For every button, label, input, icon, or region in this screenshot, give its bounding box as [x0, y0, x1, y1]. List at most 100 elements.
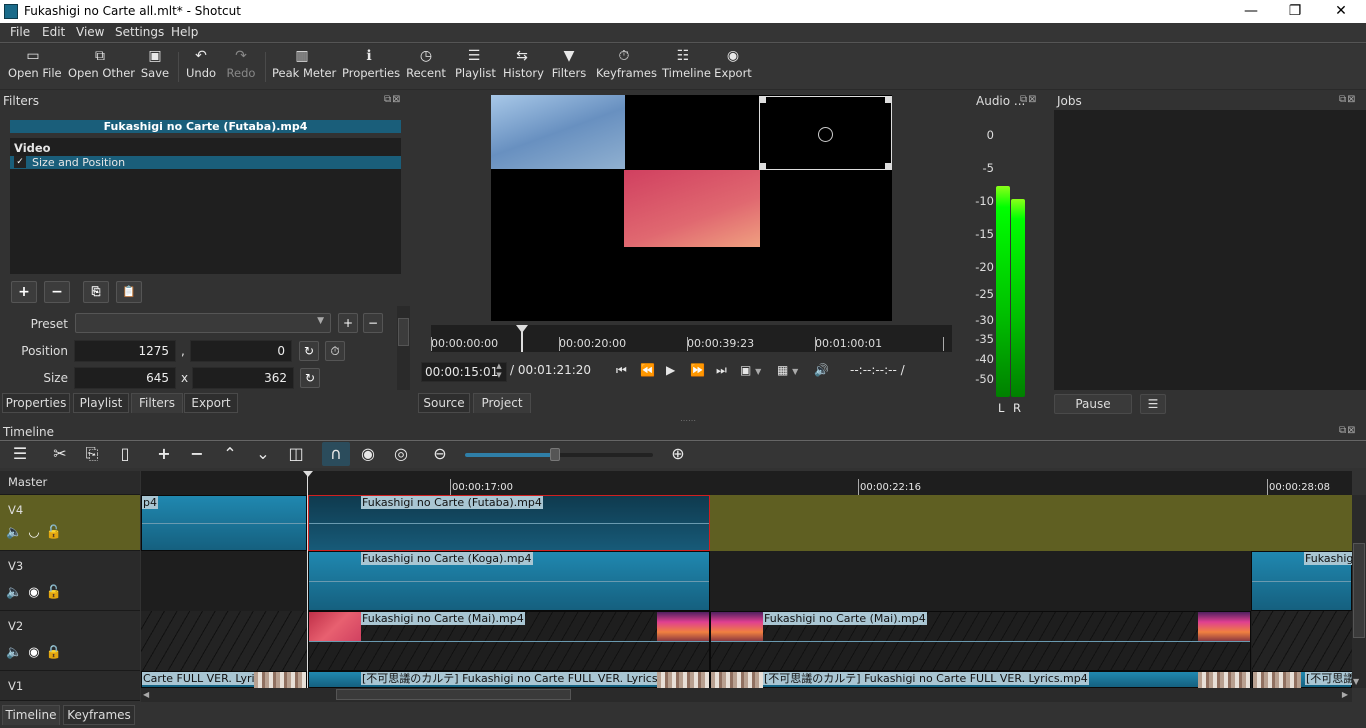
jobs-dock-buttons[interactable]: ⧉⊠	[1339, 94, 1357, 105]
tab-keyframes[interactable]: Keyframes	[63, 705, 135, 725]
timeline-ruler[interactable]: 00:00:17:00 00:00:22:16 00:00:28:08	[141, 471, 1352, 495]
mute-icon[interactable]: 🔈	[6, 645, 28, 660]
fast-forward-button[interactable]: ⏩	[690, 363, 705, 377]
menu-settings[interactable]: Settings	[115, 25, 164, 39]
add-filter-button[interactable]: +	[11, 281, 37, 303]
menu-help[interactable]: Help	[171, 25, 198, 39]
save-button[interactable]: ▣ Save	[140, 46, 170, 88]
paste-filters-button[interactable]: 📋	[116, 281, 142, 303]
playlist-button[interactable]: ☰ Playlist	[455, 46, 496, 88]
copy-filters-button[interactable]: ⎘	[83, 281, 109, 303]
zoom-slider-handle[interactable]	[550, 448, 561, 461]
scrollbar-thumb[interactable]	[336, 689, 571, 700]
timeline-dock-buttons[interactable]: ⧉⊠	[1339, 425, 1357, 436]
tab-source[interactable]: Source	[418, 393, 470, 413]
scrollbar-thumb[interactable]	[398, 318, 409, 346]
play-button[interactable]: ▶	[666, 363, 675, 377]
recent-button[interactable]: ◷ Recent	[406, 46, 446, 88]
filter-item-size-and-position[interactable]: ✓ Size and Position	[10, 156, 401, 169]
export-button[interactable]: ◉ Export	[714, 46, 752, 88]
timeline-clip[interactable]: Fukashigi no Carte (Koga).mp4	[308, 551, 710, 611]
timeline-tracks-area[interactable]: 00:00:17:00 00:00:22:16 00:00:28:08 p4 F…	[141, 471, 1352, 688]
tab-playlist[interactable]: Playlist	[73, 393, 129, 413]
jobs-menu-button[interactable]: ☰	[1140, 394, 1166, 414]
center-handle[interactable]	[818, 127, 833, 142]
timeline-clip[interactable]: Carte FULL VER. Lyrics.mp4	[141, 671, 307, 688]
skip-to-end-button[interactable]: ⏭	[716, 363, 727, 378]
unlock-icon[interactable]: 🔓	[46, 525, 68, 540]
zoom-in-button[interactable]: ⊕	[664, 442, 692, 466]
keyframes-button[interactable]: ⏱ Keyframes	[596, 46, 657, 88]
position-x-field[interactable]: 1275	[74, 340, 176, 362]
filters-dock-buttons[interactable]: ⧉⊠	[384, 94, 402, 105]
eye-icon[interactable]: ◉	[28, 645, 45, 660]
tab-export[interactable]: Export	[184, 393, 238, 413]
resize-handle[interactable]	[759, 96, 766, 103]
lift-button[interactable]: ⌃	[216, 442, 244, 466]
open-file-button[interactable]: ▭ Open File	[8, 46, 62, 88]
zoom-fit-button[interactable]: ▣ ▼	[740, 363, 761, 377]
video-viewer[interactable]	[491, 95, 892, 321]
splitter-handle[interactable]: ⋯⋯	[680, 416, 696, 425]
remove-button[interactable]: −	[183, 442, 211, 466]
pause-jobs-button[interactable]: Pause	[1054, 394, 1132, 414]
lock-icon[interactable]: 🔒	[46, 645, 68, 660]
zoom-out-button[interactable]: ⊖	[426, 442, 454, 466]
resize-handle[interactable]	[759, 163, 766, 170]
track-header-v4[interactable]: V4 🔈◡🔓	[0, 495, 140, 551]
timecode-spinner[interactable]: ▲ ▼	[493, 362, 505, 382]
properties-button[interactable]: ℹ Properties	[342, 46, 400, 88]
size-width-field[interactable]: 645	[74, 367, 176, 389]
reset-position-button[interactable]: ↻	[299, 341, 319, 361]
track-header-v2[interactable]: V2 🔈◉🔒	[0, 611, 140, 671]
save-preset-button[interactable]: +	[338, 313, 358, 333]
filter-list[interactable]: Video ✓ Size and Position	[10, 138, 401, 274]
timeline-playhead-marker[interactable]	[303, 471, 313, 477]
track-header-v3[interactable]: V3 🔈◉🔓	[0, 551, 140, 611]
timeline-clip-selected[interactable]: Fukashigi no Carte (Futaba).mp4	[308, 495, 710, 551]
scroll-right-arrow[interactable]: ▶	[1342, 690, 1348, 699]
scroll-left-arrow[interactable]: ◀	[143, 690, 149, 699]
tab-properties[interactable]: Properties	[2, 393, 70, 413]
scroll-down-arrow[interactable]: ▼	[1353, 677, 1359, 686]
delete-preset-button[interactable]: −	[363, 313, 383, 333]
size-height-field[interactable]: 362	[192, 367, 294, 389]
menu-edit[interactable]: Edit	[42, 25, 65, 39]
hidden-icon[interactable]: ◡	[28, 525, 45, 540]
player-ruler[interactable]: 00:00:00:00 00:00:20:00 00:00:39:23 00:0…	[431, 325, 952, 352]
scrub-toggle[interactable]: ◉	[354, 442, 382, 466]
unlock-icon[interactable]: 🔓	[46, 585, 68, 600]
filters-button[interactable]: ▼ Filters	[551, 46, 587, 88]
timeline-clip[interactable]: [不可思議	[1252, 671, 1352, 688]
remove-filter-button[interactable]: −	[44, 281, 70, 303]
snap-toggle[interactable]: ∩	[322, 442, 350, 466]
filter-enabled-checkbox[interactable]: ✓	[14, 156, 26, 168]
minimize-button[interactable]: —	[1228, 0, 1274, 23]
resize-handle[interactable]	[885, 163, 892, 170]
history-button[interactable]: ⇆ History	[503, 46, 544, 88]
timeline-clip[interactable]: Fukashigi	[1251, 551, 1352, 611]
timeline-vertical-scrollbar[interactable]: ▼	[1352, 495, 1366, 688]
grid-button[interactable]: ▦ ▼	[777, 363, 798, 377]
audio-dock-buttons[interactable]: ⧉⊠	[1020, 94, 1038, 105]
resize-handle[interactable]	[885, 96, 892, 103]
timeline-button[interactable]: ☷ Timeline	[662, 46, 711, 88]
ripple-toggle[interactable]: ◎	[387, 442, 415, 466]
rewind-button[interactable]: ⏪	[640, 363, 655, 377]
tab-filters[interactable]: Filters	[131, 393, 183, 413]
tab-project[interactable]: Project	[473, 393, 531, 413]
scrollbar-thumb[interactable]	[1353, 543, 1365, 638]
timeline-clip[interactable]: Fukashigi no Carte (Mai).mp4	[710, 611, 1251, 671]
timeline-menu-button[interactable]: ☰	[6, 442, 34, 466]
selection-rectangle[interactable]	[759, 96, 892, 170]
position-y-field[interactable]: 0	[190, 340, 292, 362]
mute-icon[interactable]: 🔈	[6, 525, 28, 540]
eye-icon[interactable]: ◉	[28, 585, 45, 600]
tab-timeline[interactable]: Timeline	[2, 705, 60, 725]
timeline-clip[interactable]: [不可思議のカルテ] Fukashigi no Carte FULL VER. …	[710, 671, 1251, 688]
position-keyframe-button[interactable]: ⏱	[325, 341, 345, 361]
timeline-playhead[interactable]	[307, 471, 308, 688]
peak-meter-button[interactable]: ▥ Peak Meter	[272, 46, 336, 88]
undo-button[interactable]: ↶ Undo	[186, 46, 216, 88]
redo-button[interactable]: ↷ Redo	[226, 46, 256, 88]
